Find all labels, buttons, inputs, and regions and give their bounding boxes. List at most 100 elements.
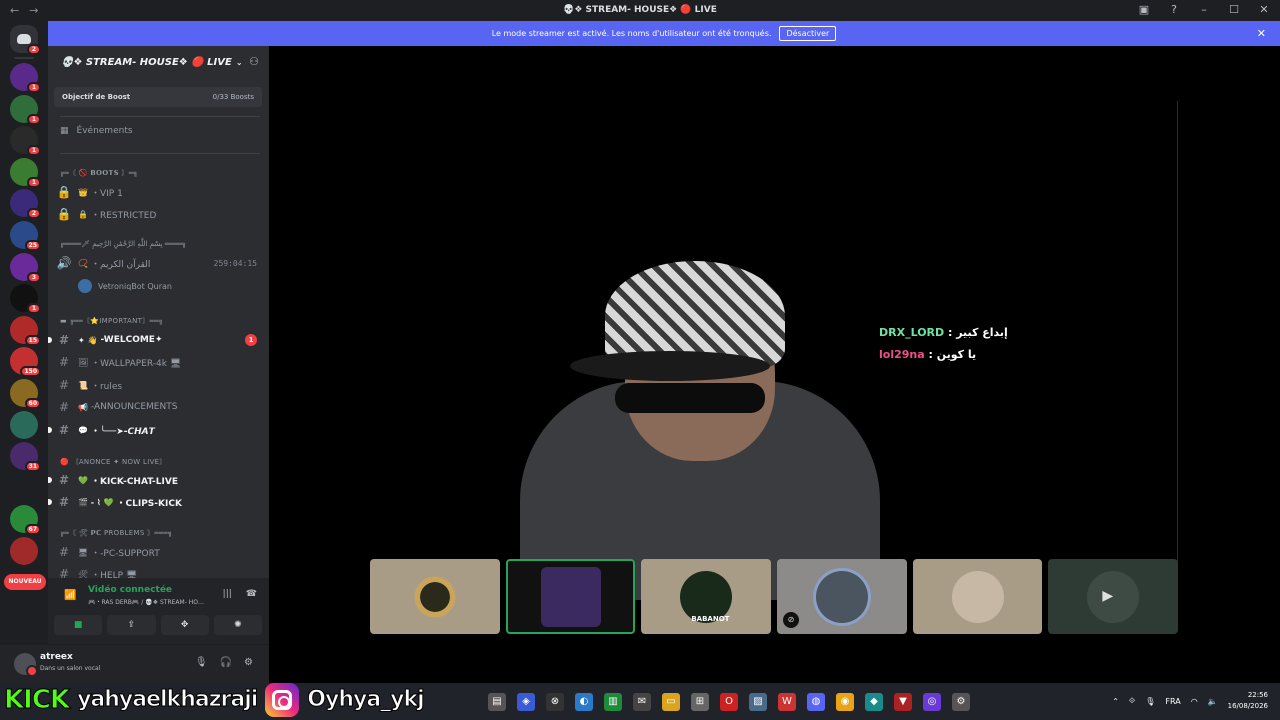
xbox-icon[interactable]: ⊗: [546, 693, 564, 711]
category-quran[interactable]: ╔════🗡 بِسْمِ اللَّهِ الرَّحْمَٰنِ الرَّ…: [60, 240, 186, 248]
participant-tile[interactable]: BABANOT: [641, 559, 772, 634]
new-badge: NOUVEAU: [4, 574, 46, 590]
channel-wallpaper[interactable]: # 🖼 ・WALLPAPER-4k 🖥: [56, 352, 261, 372]
wps-icon[interactable]: W: [778, 693, 796, 711]
server-icon[interactable]: 150: [10, 347, 41, 378]
chrome-icon[interactable]: ◉: [836, 693, 854, 711]
participant-tile[interactable]: ▶: [1048, 559, 1179, 634]
participant-tile[interactable]: ⊘: [777, 559, 907, 634]
noise-suppression-icon[interactable]: |||: [223, 589, 232, 599]
disable-streamer-mode-button[interactable]: Désactiver: [779, 26, 837, 41]
microphone-icon[interactable]: 🎙: [195, 657, 208, 668]
server-icon[interactable]: [10, 473, 38, 502]
guild-header[interactable]: 💀❖ STREAM- HOUSE❖ 🔴 LIVE ⌄ ⚇: [48, 46, 269, 79]
wifi-icon[interactable]: ◠: [1191, 697, 1198, 706]
server-icon[interactable]: 2: [10, 189, 41, 220]
gear-icon[interactable]: ⚙: [244, 657, 253, 668]
server-badge: 67: [24, 524, 41, 536]
home-button[interactable]: 2: [10, 25, 41, 55]
minimize-icon[interactable]: –: [1196, 2, 1212, 18]
channel-kick-chat-live[interactable]: # 💚 ・KICK-CHAT-LIVE: [48, 470, 261, 490]
close-icon[interactable]: ✕: [1256, 2, 1272, 18]
edge-icon[interactable]: ◐: [575, 693, 593, 711]
headphones-icon[interactable]: 🎧: [220, 657, 232, 668]
participant-tile[interactable]: [505, 559, 636, 634]
user-name[interactable]: atreex: [40, 652, 73, 662]
mic-tray-icon[interactable]: 🎙: [1145, 697, 1155, 706]
voice-status[interactable]: Vidéo connectée: [88, 585, 172, 595]
voice-channel-name[interactable]: 🎮・RAS DERB🎮 / 💀❖ STREAM- HO…: [88, 597, 204, 606]
copilot-icon[interactable]: ◈: [517, 693, 535, 711]
camera-button[interactable]: ■: [54, 615, 103, 635]
forward-arrow-icon[interactable]: →: [29, 4, 38, 17]
opera-icon[interactable]: O: [720, 693, 738, 711]
category-bots[interactable]: ╔═〘 🚫 𝗕𝗢𝗢𝗧𝗦 〙═╗: [60, 168, 138, 178]
app-icon[interactable]: ◎: [923, 693, 941, 711]
server-icon[interactable]: [10, 410, 38, 439]
server-rail: 2 1 1 1 1 2 25 3 1 15 150 60 31 67 NOUVEAU: [0, 21, 48, 645]
category-important[interactable]: ▬ ╔══〘⭐IMPORTANT〙══╗: [60, 316, 163, 326]
close-banner-icon[interactable]: ✕: [1257, 27, 1266, 40]
stream-video[interactable]: [370, 101, 1178, 600]
screen-share-button[interactable]: ⇪: [107, 615, 156, 635]
volume-icon[interactable]: 🔈: [1208, 697, 1218, 706]
chat-user: DRX_LORD: [879, 326, 945, 339]
server-icon[interactable]: 1: [10, 126, 41, 157]
file-explorer-icon[interactable]: ▤: [488, 693, 506, 711]
server-icon[interactable]: 15: [10, 315, 41, 346]
server-icon[interactable]: [10, 536, 38, 565]
invite-icon[interactable]: ⚇: [249, 55, 259, 68]
channel-chat[interactable]: # 💬 ・╰──➤-𝘾𝙃𝘼𝙏: [48, 420, 261, 440]
soundboard-button[interactable]: ✺: [213, 615, 262, 635]
help-icon[interactable]: ?: [1166, 2, 1182, 18]
server-icon[interactable]: 67: [10, 505, 41, 536]
discord-icon[interactable]: ◍: [807, 693, 825, 711]
channel-restricted[interactable]: 🔒 🔒 ・RESTRICTED: [56, 204, 261, 224]
server-icon[interactable]: 1: [10, 63, 41, 93]
vscode-icon[interactable]: ◆: [865, 693, 883, 711]
inbox-icon[interactable]: ▣: [1136, 2, 1152, 18]
channel-vip[interactable]: 🔒 👑 ・VIP 1: [56, 182, 261, 202]
clock[interactable]: 22:56 16/08/2026: [1228, 690, 1268, 712]
voice-user[interactable]: VetroniqBot Quran: [78, 279, 172, 293]
language-indicator[interactable]: FRA: [1165, 697, 1180, 706]
participant-tile[interactable]: [370, 559, 500, 634]
network-icon[interactable]: ⟐: [1129, 696, 1135, 706]
disconnect-icon[interactable]: ☎: [246, 589, 257, 599]
participant-tile[interactable]: [912, 559, 1043, 634]
channel-announcements[interactable]: # 📢 -ANNOUNCEMENTS: [56, 397, 261, 417]
photos-icon[interactable]: ▨: [749, 693, 767, 711]
signal-icon[interactable]: 📶: [64, 590, 76, 601]
back-arrow-icon[interactable]: ←: [10, 4, 19, 17]
events-item[interactable]: ▦ Événements: [60, 126, 133, 136]
avatar: [951, 570, 1004, 623]
excel-icon[interactable]: ▥: [604, 693, 622, 711]
server-icon[interactable]: 31: [10, 442, 41, 473]
store-icon[interactable]: ⊞: [691, 693, 709, 711]
server-icon[interactable]: 1: [10, 94, 41, 125]
boost-goal[interactable]: Objectif de Boost 0/33 Boosts: [54, 87, 262, 107]
voice-channel-quran[interactable]: 🔊 📿 ・القرآن الكريم 259:04:15: [56, 253, 261, 273]
activities-button[interactable]: ✥: [160, 615, 209, 635]
channel-pc-support[interactable]: # 🖥 ・-PC-SUPPORT: [56, 542, 261, 562]
server-icon[interactable]: 1: [10, 157, 41, 188]
clapper-icon: 🎬 ‐ ⌇ 💚: [78, 497, 114, 507]
category-announce-live[interactable]: 🔴 〘ANONCE ✦ NOW LIVE〙: [60, 457, 167, 467]
settings-icon[interactable]: ⚙: [952, 693, 970, 711]
green-heart-icon: 💚: [78, 475, 88, 485]
folder-icon[interactable]: ▭: [662, 693, 680, 711]
chat-line: lol29na : يا كوين: [879, 344, 1008, 366]
server-icon[interactable]: 25: [10, 220, 41, 251]
server-icon[interactable]: 60: [10, 378, 41, 409]
editor-icon[interactable]: ▼: [894, 693, 912, 711]
avatar[interactable]: [14, 653, 38, 677]
chevron-up-icon[interactable]: ⌃: [1112, 697, 1119, 706]
server-icon[interactable]: 1: [10, 284, 41, 315]
channel-clips-kick[interactable]: # 🎬 ‐ ⌇ 💚 ・CLIPS-KICK: [48, 492, 261, 512]
category-pc-problems[interactable]: ╔═〘 🛠 𝗣𝗖 PROBLEMS 〙═══╗: [60, 528, 172, 538]
mail-icon[interactable]: ✉: [633, 693, 651, 711]
server-icon[interactable]: 3: [10, 252, 41, 283]
channel-welcome[interactable]: # ✦ 👋 -WELCOME✦ 1: [48, 330, 261, 350]
channel-rules[interactable]: # 📜 ・rules: [56, 375, 261, 395]
maximize-icon[interactable]: ☐: [1226, 2, 1242, 18]
